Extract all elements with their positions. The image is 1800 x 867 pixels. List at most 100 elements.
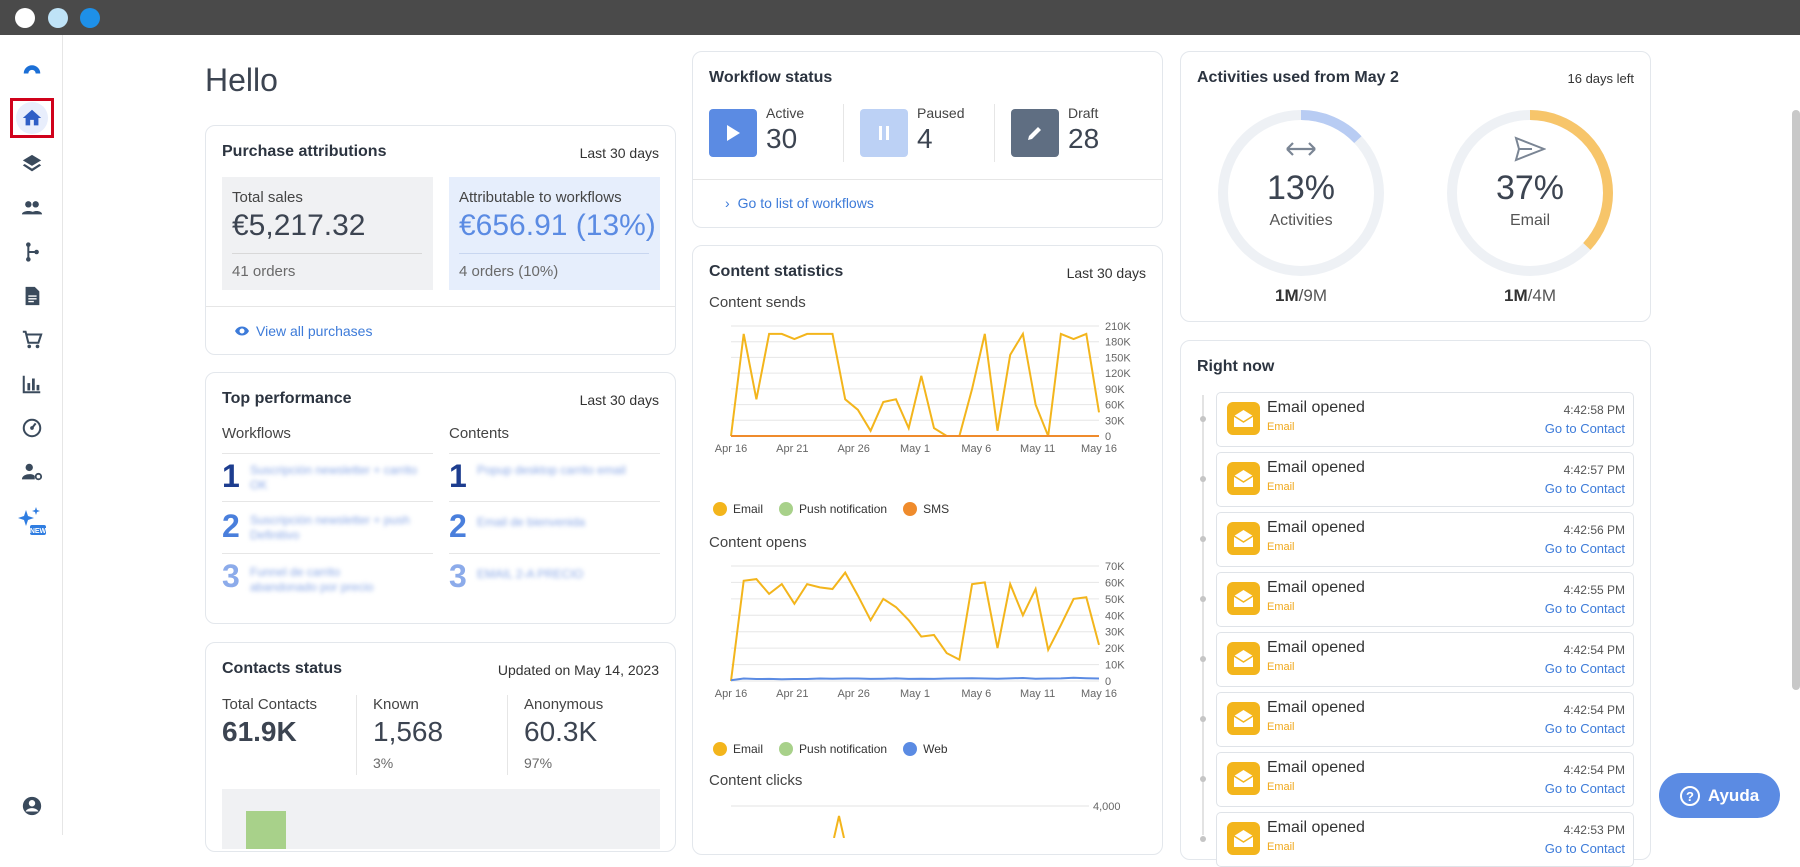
sidebar-item-contacts[interactable] (11, 189, 53, 227)
go-to-contact-link[interactable]: Go to Contact (1545, 601, 1625, 616)
event-title: Email opened (1267, 519, 1365, 536)
legend-item[interactable]: SMS (903, 502, 949, 516)
event-channel: Email (1267, 421, 1295, 433)
x-tick-label: May 6 (961, 688, 991, 700)
legend-swatch (779, 742, 794, 756)
legend-item[interactable]: Push notification (779, 502, 887, 516)
timeline-line (1202, 395, 1204, 835)
y-tick-label: 210K (1105, 321, 1131, 333)
scrollbar[interactable] (1792, 110, 1800, 690)
sidebar-item-user-settings[interactable] (11, 453, 53, 491)
workflow-name[interactable]: Suscripción newsletter + push Definitivo (250, 513, 430, 543)
content-name[interactable]: Email de bienvenida (477, 515, 657, 530)
anonymous-label: Anonymous (524, 696, 604, 713)
sidebar-item-ecommerce[interactable] (11, 321, 53, 359)
content-opens-chart: 70K 60K 50K 40K 30K 20K 10K 0 Apr 16 Apr 21 Apr 26… (715, 561, 1125, 700)
active-status-button[interactable] (709, 109, 757, 157)
sidebar-item-reports[interactable] (11, 365, 53, 403)
sidebar-item-documents[interactable] (11, 277, 53, 315)
sidebar-item-account[interactable] (11, 787, 53, 825)
x-tick-label: May 6 (961, 443, 991, 455)
content-name[interactable]: EMAIL 2-A PRECIO (477, 567, 657, 582)
draft-status-button[interactable] (1011, 109, 1059, 157)
go-to-contact-link[interactable]: Go to Contact (1545, 721, 1625, 736)
rank-number: 2 (222, 508, 240, 544)
timeline-dot (1200, 596, 1206, 602)
x-tick-label: May 11 (1020, 688, 1055, 700)
event-channel: Email (1267, 541, 1295, 553)
y-tick-label: 150K (1105, 352, 1131, 364)
y-tick-label: 30K (1105, 415, 1125, 427)
event-item[interactable]: Email opened Email 4:42:54 PM Go to Contact (1216, 752, 1634, 807)
window-minimize-button[interactable] (48, 8, 68, 28)
divider (206, 306, 675, 307)
legend-item[interactable]: Email (713, 742, 763, 756)
arrows-horizontal-icon (1286, 142, 1316, 156)
window-maximize-button[interactable] (80, 8, 100, 28)
paused-value: 4 (917, 123, 933, 154)
sidebar-item-home[interactable] (10, 98, 54, 138)
event-item[interactable]: Email opened Email 4:42:58 PM Go to Contact (1216, 392, 1634, 447)
activities-title: Activities used from May 2 (1197, 69, 1399, 86)
workflow-status-title: Workflow status (709, 69, 833, 86)
legend-swatch (903, 742, 918, 756)
contents-column-label: Contents (449, 425, 510, 442)
event-item[interactable]: Email opened Email 4:42:54 PM Go to Contact (1216, 632, 1634, 687)
divider (222, 453, 433, 454)
send-icon (1514, 136, 1546, 162)
legend-item[interactable]: Email (713, 502, 763, 516)
legend-item[interactable]: Web (903, 742, 948, 756)
legend-label: Email (733, 502, 764, 516)
help-button[interactable]: ? Ayuda (1659, 773, 1780, 818)
app-logo-icon[interactable] (11, 49, 53, 87)
event-item[interactable]: Email opened Email 4:42:55 PM Go to Contact (1216, 572, 1634, 627)
content-name[interactable]: Popup desktop carrito email (477, 463, 657, 478)
event-item[interactable]: Email opened Email 4:42:57 PM Go to Contact (1216, 452, 1634, 507)
x-tick-label: May 16 (1081, 443, 1117, 455)
event-item[interactable]: Email opened Email 4:42:56 PM Go to Contact (1216, 512, 1634, 567)
sidebar-item-workflows[interactable] (11, 233, 53, 271)
go-to-contact-link[interactable]: Go to Contact (1545, 541, 1625, 556)
event-item[interactable]: Email opened Email 4:42:54 PM Go to Contact (1216, 692, 1634, 747)
x-tick-label: Apr 21 (776, 443, 808, 455)
event-time: 4:42:58 PM (1563, 403, 1625, 417)
home-icon (16, 102, 48, 134)
y-tick-label: 10K (1105, 660, 1125, 672)
y-tick-label: 70K (1105, 561, 1125, 573)
go-to-contact-link[interactable]: Go to Contact (1545, 661, 1625, 676)
go-to-contact-link[interactable]: Go to Contact (1545, 841, 1625, 856)
go-to-contact-link[interactable]: Go to Contact (1545, 481, 1625, 496)
legend-item[interactable]: Push notification (779, 742, 887, 756)
view-all-purchases-label: View all purchases (256, 323, 373, 339)
divider (843, 104, 844, 162)
event-item[interactable]: Email opened Email 4:42:53 PM Go to Contact (1216, 812, 1634, 867)
sidebar-item-dashboard[interactable] (11, 409, 53, 447)
x-tick-label: May 1 (900, 443, 930, 455)
go-to-contact-link[interactable]: Go to Contact (1545, 421, 1625, 436)
new-badge: NEW (30, 528, 47, 535)
go-to-workflows-link[interactable]: › Go to list of workflows (725, 195, 874, 211)
rank-number: 3 (449, 558, 467, 594)
go-to-contact-link[interactable]: Go to Contact (1545, 781, 1625, 796)
workflow-name[interactable]: Funnel de carrito abandonado por precio (250, 565, 400, 595)
legend-label: Web (923, 742, 948, 756)
user-settings-icon (21, 463, 43, 481)
content-statistics-range: Last 30 days (1066, 265, 1146, 281)
sidebar-item-content[interactable] (11, 145, 53, 183)
window-close-button[interactable] (15, 8, 35, 28)
divider (449, 553, 660, 554)
sidebar-item-ai-new[interactable]: NEW (11, 499, 53, 543)
anonymous-percent: 97% (524, 755, 553, 771)
email-percent: 37% (1495, 169, 1565, 207)
known-percent: 3% (373, 755, 394, 771)
content-sends-chart: 210K 180K 150K 120K 90K 60K 30K 0 Apr 16 Apr 21 Ap… (715, 321, 1132, 455)
x-tick-label: Apr 26 (837, 443, 869, 455)
event-time: 4:42:54 PM (1563, 763, 1625, 777)
y-tick-label: 30K (1105, 627, 1125, 639)
paused-status-button[interactable] (860, 109, 908, 157)
view-all-purchases-link[interactable]: View all purchases (234, 323, 372, 339)
workflow-name[interactable]: Suscripción newsletter + carrito OK (250, 463, 420, 493)
window-titlebar (0, 0, 1800, 35)
email-open-icon (1227, 522, 1260, 555)
legend-swatch (779, 502, 794, 516)
